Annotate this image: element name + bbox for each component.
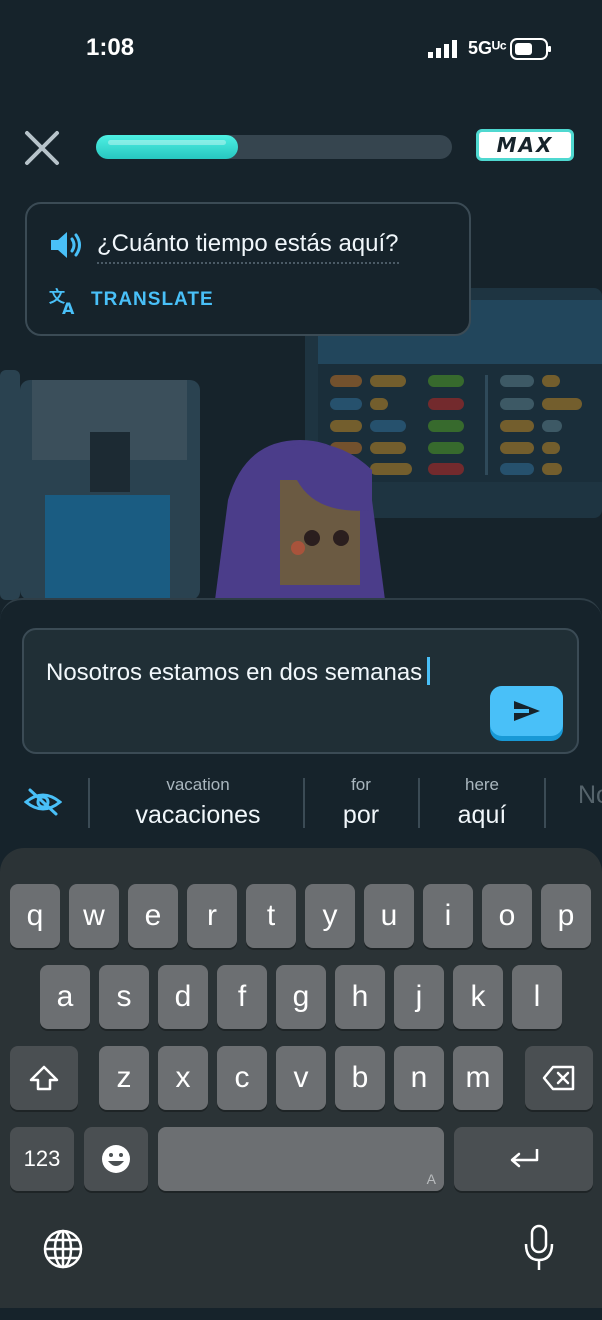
suggestion-divider [544,778,546,828]
key-m[interactable]: m [453,1046,503,1110]
hide-hints-icon[interactable] [23,786,63,822]
svg-text:A: A [62,299,75,316]
translate-icon[interactable]: 文A [49,286,79,320]
key-p[interactable]: p [541,884,591,948]
key-e[interactable]: e [128,884,178,948]
suggestion-word: por [342,801,380,829]
close-icon[interactable] [24,130,60,166]
suggestion-item[interactable]: for por [306,775,416,830]
numbers-key[interactable]: 123 [10,1127,74,1191]
key-w[interactable]: w [69,884,119,948]
status-time: 1:08 [86,34,135,61]
prompt-text[interactable]: ¿Cuánto tiempo estás aquí? [97,230,399,264]
key-y[interactable]: y [305,884,355,948]
answer-text: Nosotros estamos en dos semanas [46,659,423,686]
text-caret [427,657,431,685]
submit-button[interactable] [490,686,563,741]
suggestion-word: vacaciones [135,801,261,829]
lesson-progress-bar [96,135,452,159]
key-o[interactable]: o [482,884,532,948]
suggestion-divider [418,778,420,828]
key-l[interactable]: l [512,965,562,1029]
key-c[interactable]: c [217,1046,267,1110]
suggestion-item[interactable]: No [578,775,602,810]
suggestion-divider [88,778,90,828]
suggestion-item[interactable]: vacation vacaciones [100,775,296,830]
key-g[interactable]: g [276,965,326,1029]
key-i[interactable]: i [423,884,473,948]
suggestion-hint: for [351,775,371,794]
suggestion-divider [303,778,305,828]
key-j[interactable]: j [394,965,444,1029]
battery-icon [510,38,552,64]
globe-icon[interactable] [42,1228,84,1274]
suggestion-word: aquí [457,801,507,829]
key-k[interactable]: k [453,965,503,1029]
key-v[interactable]: v [276,1046,326,1110]
key-b[interactable]: b [335,1046,385,1110]
emoji-icon [102,1145,130,1173]
emoji-key[interactable] [84,1127,148,1191]
key-d[interactable]: d [158,965,208,1029]
speaker-icon[interactable] [49,230,83,264]
key-q[interactable]: q [10,884,60,948]
suggestion-hint: vacation [166,775,230,794]
key-z[interactable]: z [99,1046,149,1110]
key-x[interactable]: x [158,1046,208,1110]
key-u[interactable]: u [364,884,414,948]
suggestion-hint: here [464,775,500,794]
keyboard: qwertyuiop asdfghjkl zxcvbnm 123 A [0,848,602,1308]
suggestion-item[interactable]: here aquí [422,775,542,830]
return-key[interactable] [454,1127,593,1191]
key-s[interactable]: s [99,965,149,1029]
signal-icon [428,40,460,62]
translate-button[interactable]: TRANSLATE [91,289,214,311]
send-icon [490,686,563,736]
shift-key[interactable] [10,1046,78,1110]
space-hint: A [426,1171,436,1187]
key-a[interactable]: a [40,965,90,1029]
return-icon [510,1149,538,1168]
delete-key[interactable] [525,1046,593,1110]
key-t[interactable]: t [246,884,296,948]
suggestion-word: No [578,781,602,809]
key-h[interactable]: h [335,965,385,1029]
prompt-card: ¿Cuánto tiempo estás aquí? 文A TRANSLATE [25,202,471,336]
key-r[interactable]: r [187,884,237,948]
microphone-icon[interactable] [522,1224,556,1276]
shift-icon [29,1065,59,1091]
progress-fill [96,135,238,159]
network-label: 5Gᵁᶜ [468,38,507,58]
space-key[interactable]: A [158,1127,444,1191]
key-n[interactable]: n [394,1046,444,1110]
max-badge: MAX [476,129,574,161]
backspace-icon [542,1065,575,1091]
key-f[interactable]: f [217,965,267,1029]
